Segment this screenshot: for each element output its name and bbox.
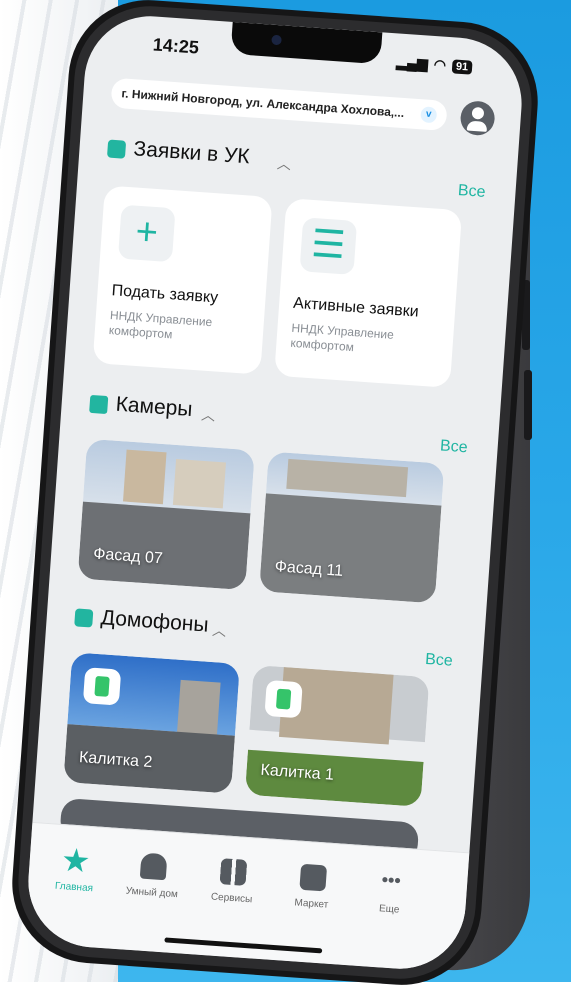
cameras-section-header: Камеры ︿ Все: [88, 389, 473, 456]
tab-services[interactable]: Сервисы: [191, 856, 274, 906]
intercom-icon: [74, 608, 94, 628]
card-subtitle: ННДК Управление комфортом: [289, 320, 395, 355]
signal-icon: ▂▄▆: [395, 53, 429, 72]
address-row: г. Нижний Новгород, ул. Александра Хохло…: [110, 76, 496, 143]
intercom-tile[interactable]: Калитка 2: [63, 652, 240, 794]
cameras-all-link[interactable]: Все: [439, 437, 468, 457]
tab-label: Еще: [378, 903, 400, 916]
camera-sky: [82, 438, 255, 514]
address-text: г. Нижний Новгород, ул. Александра Хохло…: [120, 86, 405, 121]
tab-label: Сервисы: [210, 891, 253, 906]
star-icon: [62, 847, 90, 875]
more-icon: •••: [381, 869, 402, 891]
video-camera-icon: [89, 394, 109, 415]
volume-down-button: [524, 370, 532, 440]
camera-icon: [271, 34, 282, 46]
document-icon: [106, 139, 127, 159]
grid-icon: [219, 858, 248, 886]
home-indicator: [164, 937, 323, 954]
camera-tile[interactable]: Фасад 07: [77, 438, 255, 591]
building: [123, 449, 167, 505]
card-title: Активные заявки: [292, 294, 420, 321]
door-icon[interactable]: [264, 679, 303, 719]
building: [172, 459, 226, 509]
door-icon[interactable]: [82, 667, 122, 706]
plus-icon: +: [117, 204, 176, 263]
card-subtitle: ННДК Управление комфортом: [108, 308, 213, 342]
battery-icon: 91: [451, 58, 473, 75]
intercom-tile[interactable]: Калитка 1: [244, 664, 430, 807]
address-selector[interactable]: г. Нижний Новгород, ул. Александра Хохло…: [110, 77, 448, 132]
tab-label: Умный дом: [125, 885, 179, 901]
profile-avatar[interactable]: [459, 100, 496, 137]
collapse-icon[interactable]: ︿: [212, 620, 227, 641]
status-icons: ▂▄▆ ◠ 91: [396, 53, 473, 75]
bag-icon: [299, 863, 328, 892]
tab-more[interactable]: ••• Еще: [349, 867, 432, 917]
tab-label: Маркет: [294, 897, 329, 911]
chevron-down-icon: v: [420, 106, 438, 124]
requests-all-link[interactable]: Все: [457, 182, 486, 202]
tab-home[interactable]: Главная: [34, 845, 117, 895]
house-icon: [139, 852, 168, 881]
card-title: Подать заявку: [111, 282, 219, 307]
intercoms-title: Домофоны: [100, 606, 210, 637]
intercoms-section-header: Домофоны ︿ Все: [73, 602, 458, 670]
cameras-title: Камеры: [114, 392, 194, 422]
requests-section-header: Заявки в УК ︿ Все: [106, 134, 491, 201]
tab-market[interactable]: Маркет: [271, 862, 354, 912]
status-time: 14:25: [152, 34, 200, 58]
camera-ground: [259, 493, 442, 604]
list-icon: ☰: [299, 217, 358, 275]
intercoms-all-link[interactable]: Все: [424, 651, 454, 671]
requests-title: Заявки в УК: [132, 137, 251, 169]
collapse-icon[interactable]: ︿: [201, 405, 216, 426]
wifi-icon: ◠: [433, 56, 447, 73]
collapse-icon[interactable]: ︿: [276, 153, 291, 174]
tab-smart-home[interactable]: Умный дом: [111, 851, 194, 901]
camera-tile[interactable]: Фасад 11: [259, 451, 445, 604]
active-requests-card[interactable]: ☰ Активные заявки ННДК Управление комфор…: [274, 198, 463, 388]
tab-label: Главная: [54, 880, 94, 895]
phone-screen: 14:25 ▂▄▆ ◠ 91 г. Нижний Новгород, ул. А…: [23, 11, 527, 974]
new-request-card[interactable]: + Подать заявку ННДК Управление комфорто…: [92, 185, 273, 375]
